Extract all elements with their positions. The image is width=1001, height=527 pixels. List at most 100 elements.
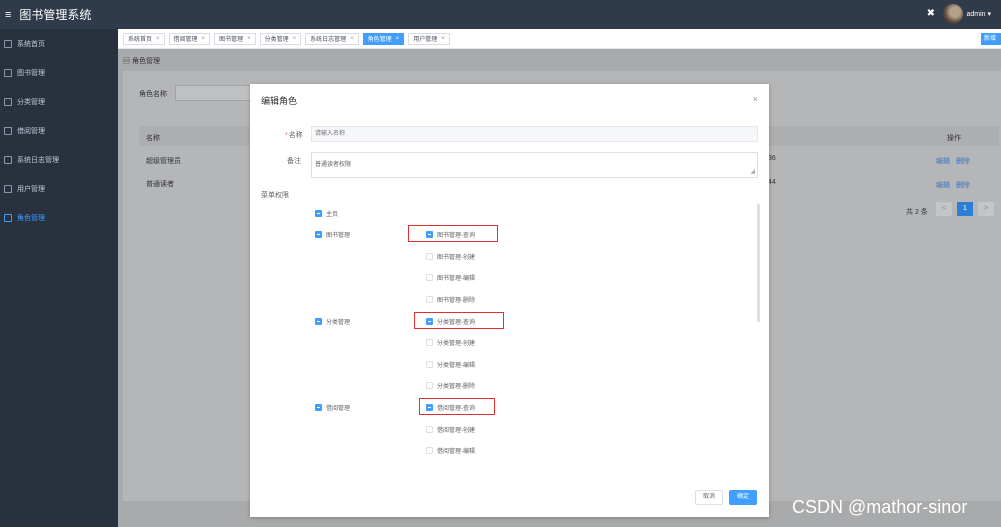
hamburger-menu-icon[interactable]: ≡ xyxy=(5,9,11,21)
breadcrumb-icon: ▤ xyxy=(123,58,132,65)
perm-label: 图书管理 xyxy=(326,233,351,239)
name-field[interactable] xyxy=(311,126,758,142)
close-icon[interactable]: × xyxy=(247,36,251,42)
tab-categories[interactable]: 分类管理 × xyxy=(259,32,302,45)
perm-checkbox-book-delete[interactable]: 图书管理-删除 xyxy=(426,295,475,304)
sidebar-item-users[interactable]: 用户管理 xyxy=(0,174,118,203)
log-icon xyxy=(4,155,12,164)
sidebar-item-borrow[interactable]: 借阅管理 xyxy=(0,116,118,145)
checkbox-icon xyxy=(426,382,433,389)
perm-label: 图书管理-删除 xyxy=(437,298,475,304)
perm-checkbox-borrow-create[interactable]: 借阅管理-创建 xyxy=(426,425,475,434)
sidebar-item-label: 分类管理 xyxy=(17,98,45,106)
checkbox-icon xyxy=(426,274,433,281)
next-page-button[interactable]: > xyxy=(978,202,994,216)
perm-checkbox-borrow-edit[interactable]: 借阅管理-编辑 xyxy=(426,446,475,455)
perm-checkbox-borrow-query[interactable]: 借阅管理-查询 xyxy=(426,403,475,412)
checkbox-icon xyxy=(315,318,322,325)
perm-checkbox-book-query[interactable]: 图书管理-查询 xyxy=(426,230,475,239)
tab-label: 系统日志管理 xyxy=(310,37,347,43)
filter-label: 角色名称 xyxy=(139,91,167,98)
perm-checkbox-book-create[interactable]: 图书管理-创建 xyxy=(426,252,475,261)
dialog-title: 编辑角色 xyxy=(261,96,298,106)
close-icon[interactable]: × xyxy=(293,36,297,42)
checkbox-icon xyxy=(315,404,322,411)
sidebar-item-label: 图书管理 xyxy=(17,69,45,77)
app-title: 图书管理系统 xyxy=(19,8,92,22)
delete-link[interactable]: 删除 xyxy=(956,180,970,190)
column-header-operation: 操作 xyxy=(947,135,961,142)
sidebar-item-label: 借阅管理 xyxy=(17,127,45,135)
perm-label: 借阅管理-创建 xyxy=(437,428,475,434)
resize-handle-icon[interactable]: ◢ xyxy=(750,168,755,175)
tab-books[interactable]: 图书管理 × xyxy=(214,32,256,45)
perm-label: 分类管理-查询 xyxy=(437,320,475,326)
perm-checkbox-category[interactable]: 分类管理 xyxy=(315,317,350,326)
tab-borrow[interactable]: 借阅管理 × xyxy=(168,32,211,45)
perm-checkbox-category-create[interactable]: 分类管理-创建 xyxy=(426,338,475,347)
perm-label: 分类管理-删除 xyxy=(437,384,475,390)
perm-label: 借阅管理-查询 xyxy=(437,406,475,412)
edit-link[interactable]: 编辑 xyxy=(936,180,950,190)
close-icon[interactable]: × xyxy=(396,36,400,42)
tab-home[interactable]: 系统首页 × xyxy=(123,32,165,45)
add-button[interactable]: 新增 xyxy=(981,33,1001,45)
tab-label: 系统首页 xyxy=(128,37,153,43)
checkbox-icon xyxy=(426,318,433,325)
perm-checkbox-borrow[interactable]: 借阅管理 xyxy=(315,403,350,412)
perm-label: 分类管理-创建 xyxy=(437,341,475,347)
sidebar-item-home[interactable]: 系统首页 xyxy=(0,29,118,58)
name-label: *名称 xyxy=(285,130,303,140)
close-icon[interactable]: × xyxy=(350,36,354,42)
perm-checkbox-book-edit[interactable]: 图书管理-编辑 xyxy=(426,273,475,282)
page-number-button[interactable]: 1 xyxy=(957,202,973,216)
sidebar-item-logs[interactable]: 系统日志管理 xyxy=(0,145,118,174)
close-icon[interactable]: × xyxy=(441,36,445,42)
tab-users[interactable]: 用户管理 × xyxy=(408,32,450,45)
perm-checkbox-category-query[interactable]: 分类管理-查询 xyxy=(426,317,475,326)
tab-logs[interactable]: 系统日志管理 × xyxy=(305,32,359,45)
edit-link[interactable]: 编辑 xyxy=(936,156,950,166)
confirm-button[interactable]: 确定 xyxy=(729,490,757,505)
close-icon[interactable]: × xyxy=(156,36,160,42)
role-name-filter-input[interactable] xyxy=(175,85,255,101)
sidebar-item-books[interactable]: 图书管理 xyxy=(0,58,118,87)
remark-value: 普通读者权限 xyxy=(315,162,352,168)
tab-label: 角色管理 xyxy=(367,37,392,43)
name-label-text: 名称 xyxy=(288,132,303,139)
prev-page-button[interactable]: < xyxy=(936,202,952,216)
checkbox-icon xyxy=(426,296,433,303)
user-menu[interactable]: admin xyxy=(966,10,991,18)
remark-label: 备注 xyxy=(287,158,301,165)
close-icon[interactable]: × xyxy=(202,36,206,42)
permission-scrollbar[interactable] xyxy=(757,204,760,322)
sidebar-item-label: 角色管理 xyxy=(17,214,45,222)
watermark: CSDN @mathor-sinor xyxy=(792,497,968,517)
perm-checkbox-category-delete[interactable]: 分类管理-删除 xyxy=(426,381,475,390)
fullscreen-icon[interactable]: ✖ xyxy=(927,8,935,19)
tab-label: 图书管理 xyxy=(219,37,244,43)
table-row-name: 普通读者 xyxy=(146,181,174,188)
perm-checkbox-category-edit[interactable]: 分类管理-编辑 xyxy=(426,360,475,369)
checkbox-icon xyxy=(426,339,433,346)
checkbox-icon xyxy=(426,253,433,260)
sidebar-item-categories[interactable]: 分类管理 xyxy=(0,87,118,116)
home-icon xyxy=(4,39,12,48)
remark-textarea[interactable]: 普通读者权限 ◢ xyxy=(311,152,758,178)
perm-label: 借阅管理 xyxy=(326,406,351,412)
sidebar-item-roles[interactable]: 角色管理 xyxy=(0,203,118,232)
tab-roles[interactable]: 角色管理 × xyxy=(362,32,405,45)
top-bar: ≡ 图书管理系统 ✖ admin xyxy=(0,0,1001,29)
delete-link[interactable]: 删除 xyxy=(956,156,970,166)
checkbox-icon xyxy=(426,404,433,411)
perm-checkbox-book[interactable]: 图书管理 xyxy=(315,230,350,239)
cancel-button[interactable]: 取消 xyxy=(695,490,723,505)
avatar[interactable] xyxy=(943,4,963,24)
column-header-name: 名称 xyxy=(146,135,160,142)
category-icon xyxy=(4,97,12,106)
tab-bar: 系统首页 × 借阅管理 × 图书管理 × 分类管理 × 系统日志管理 × 角色管理 × 用户… xyxy=(118,29,1001,49)
tab-label: 分类管理 xyxy=(264,37,289,43)
perm-checkbox-home[interactable]: 主页 xyxy=(315,209,338,218)
close-icon[interactable]: × xyxy=(753,94,758,104)
sidebar-item-label: 系统日志管理 xyxy=(17,156,59,164)
